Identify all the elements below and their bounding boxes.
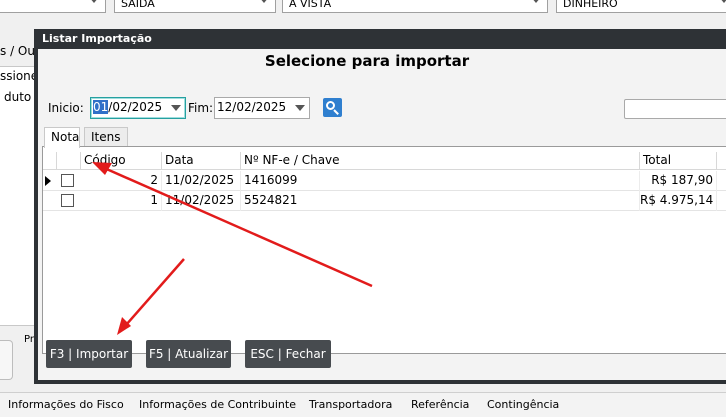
import-dialog: Listar Importação Selecione para importa… [34, 29, 726, 384]
row-checkbox[interactable] [61, 194, 74, 207]
tab-informacoes-fisco[interactable]: Informações do Fisco [8, 398, 124, 411]
cell-total: R$ 4.975,14 [640, 191, 717, 211]
chevron-down-icon [259, 0, 269, 3]
end-date-value: 12/02/2025 [217, 100, 287, 114]
header-chave[interactable]: Nº NF-e / Chave [241, 152, 640, 170]
chevron-down-icon [719, 0, 726, 3]
table-row[interactable]: 1 11/02/2025 5524821 R$ 4.975,14 [43, 191, 726, 211]
background-label-1: ssione [0, 69, 39, 83]
header-total[interactable]: Total [640, 152, 717, 170]
chevron-down-icon [89, 0, 99, 3]
dialog-title: Listar Importação [42, 32, 152, 45]
chevron-down-icon[interactable] [171, 105, 181, 111]
header-indicator [43, 152, 57, 170]
background-combo-1[interactable] [0, 0, 106, 13]
tab-informacoes-contribuinte[interactable]: Informações de Contribuinte [139, 398, 296, 411]
tab-contingencia[interactable]: Contingência [487, 398, 559, 411]
cell-chave: 5524821 [241, 191, 640, 211]
row-checkbox[interactable] [61, 174, 74, 187]
tab-transportadora[interactable]: Transportadora [309, 398, 392, 411]
header-codigo[interactable]: Código [81, 152, 162, 170]
background-combo-payment-method[interactable]: DINHEIRO [556, 0, 726, 13]
magnifier-handle [333, 109, 339, 115]
header-select [57, 152, 81, 170]
start-date-day-selection: 01 [93, 100, 109, 114]
background-combo-payment-term[interactable]: À VISTA [282, 0, 548, 13]
chevron-down-icon[interactable] [295, 105, 305, 111]
chevron-down-icon [531, 0, 541, 3]
cell-total: R$ 187,90 [640, 171, 717, 191]
end-date-field[interactable]: 12/02/2025 [214, 97, 310, 119]
background-label-2: duto [4, 90, 32, 104]
background-bottom-tabbar: Informações do Fisco Informações de Cont… [0, 392, 726, 417]
end-date-label: Fim: [188, 101, 214, 115]
table-row[interactable]: 2 11/02/2025 1416099 R$ 187,90 [43, 171, 726, 191]
header-data[interactable]: Data [162, 152, 241, 170]
filter-text-input[interactable] [624, 99, 726, 119]
tab-referencia[interactable]: Referência [411, 398, 469, 411]
start-date-field[interactable]: 01/02/2025 [90, 97, 186, 119]
background-side-label: Pr [24, 334, 34, 345]
search-button[interactable] [323, 98, 342, 117]
background-combo-operation[interactable]: SAÍDA [114, 0, 276, 13]
cell-codigo: 1 [81, 191, 162, 211]
dialog-body: Selecione para importar Inicio: 01/02/20… [38, 49, 726, 380]
start-date-rest: /02/2025 [108, 100, 163, 114]
cell-data: 11/02/2025 [162, 171, 241, 191]
current-row-indicator-icon [45, 176, 51, 186]
dialog-heading: Selecione para importar [264, 52, 470, 70]
table-header: Código Data Nº NF-e / Chave Total [43, 152, 726, 170]
refresh-button[interactable]: F5 | Atualizar [146, 340, 231, 368]
notes-table: Código Data Nº NF-e / Chave Total 2 11/0… [42, 146, 726, 354]
background-left-panel: ssione duto [0, 66, 39, 326]
background-left-box [0, 340, 13, 380]
close-button[interactable]: ESC | Fechar [245, 340, 331, 368]
tab-nota[interactable]: Nota [44, 127, 80, 148]
start-date-label: Inicio: [48, 101, 84, 115]
cell-chave: 1416099 [241, 171, 640, 191]
cell-codigo: 2 [81, 171, 162, 191]
tab-itens[interactable]: Itens [84, 127, 128, 147]
import-button[interactable]: F3 | Importar [46, 340, 132, 368]
cell-data: 11/02/2025 [162, 191, 241, 211]
